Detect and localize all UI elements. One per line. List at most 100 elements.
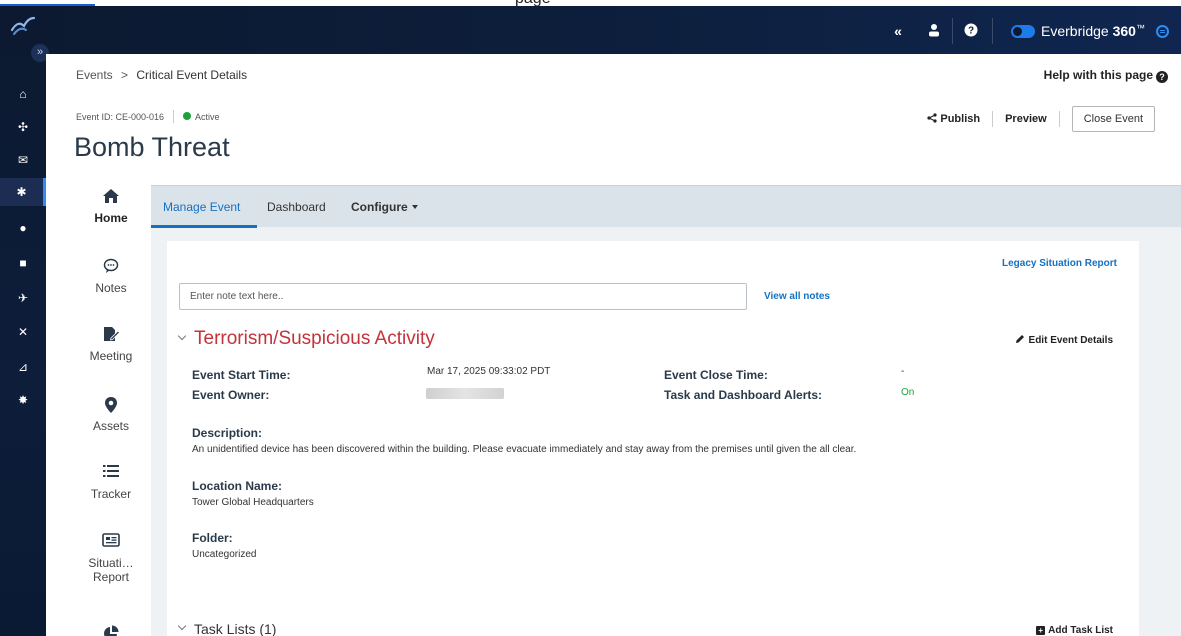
tab-bar: Manage Event Dashboard Configure: [151, 185, 1181, 228]
status-dot-icon: [183, 112, 192, 120]
help-with-page-label: Help with this page: [1043, 68, 1153, 82]
event-id: Event ID: CE-000-016: [76, 112, 165, 122]
help-icon[interactable]: ?: [963, 23, 979, 39]
event-close-time-value: -: [901, 366, 905, 377]
brand-trademark: ™: [1135, 23, 1145, 33]
breadcrumb-events-link[interactable]: Events: [76, 68, 113, 82]
pie-chart-icon: [76, 625, 146, 636]
tab-configure-label: Configure: [351, 200, 408, 214]
rail-group-icon[interactable]: ✣: [0, 113, 46, 141]
side-item-meeting[interactable]: Meeting: [76, 326, 146, 363]
location-name-label: Location Name:: [192, 479, 283, 493]
manage-event-panel: Manage Event Dashboard Configure Legacy …: [151, 185, 1181, 636]
side-item-analytics[interactable]: [76, 625, 146, 636]
rail-report-icon[interactable]: ■: [0, 249, 46, 277]
svg-text:?: ?: [968, 26, 974, 37]
view-all-notes-link[interactable]: View all notes: [764, 291, 830, 302]
event-actions: Publish Preview Close Event: [927, 106, 1155, 132]
menu-circle-icon[interactable]: [1156, 25, 1169, 38]
caret-down-icon: [411, 205, 418, 209]
rail-analytics-chart-icon[interactable]: ⊿: [0, 353, 46, 381]
action-divider: [1058, 111, 1060, 127]
edit-event-details-label: Edit Event Details: [1028, 335, 1113, 346]
event-start-time-label: Event Start Time:: [192, 368, 291, 382]
event-owner-label: Event Owner:: [192, 388, 270, 402]
side-item-label: Situati…: [88, 556, 134, 570]
side-item-situation-report[interactable]: Situati… Report: [76, 533, 146, 584]
rail-airplane-icon[interactable]: ✈: [0, 284, 46, 312]
tab-configure[interactable]: Configure: [351, 200, 418, 214]
redacted-owner-value: [426, 388, 504, 399]
event-type-title: Terrorism/Suspicious Activity: [194, 328, 435, 349]
meeting-edit-icon: [76, 326, 146, 346]
brand-name-text: Everbridge: [1041, 23, 1113, 39]
tab-dashboard[interactable]: Dashboard: [267, 200, 326, 214]
map-pin-icon: [76, 396, 146, 416]
plus-square-icon: +: [1036, 626, 1046, 635]
active-tab-indicator: [151, 225, 257, 228]
publish-label: Publish: [940, 113, 981, 125]
rail-critical-event-icon[interactable]: ✱: [0, 178, 46, 206]
description-label: Description:: [192, 426, 263, 440]
event-meta: Event ID: CE-000-016 Active: [76, 110, 220, 123]
add-task-list-button[interactable]: + Add Task List: [1036, 625, 1113, 636]
side-item-home[interactable]: Home: [76, 188, 146, 225]
help-with-page-link[interactable]: Help with this page?: [1044, 68, 1168, 83]
side-item-label: Assets: [92, 419, 129, 433]
rail-home-icon[interactable]: ⌂: [0, 80, 46, 108]
collapse-double-chevron-icon[interactable]: «: [890, 23, 906, 39]
note-input[interactable]: [179, 283, 747, 310]
task-lists-header[interactable]: Task Lists (1): [177, 621, 277, 636]
publish-button[interactable]: Publish: [927, 113, 980, 125]
left-nav-rail: » ⌂ ✣ ✉ ✱ ● ■ ✈ ✕ ⊿ ✸: [0, 6, 49, 636]
event-start-time-value: Mar 17, 2025 09:33:02 PDT: [427, 366, 551, 377]
event-close-time-label: Event Close Time:: [664, 368, 768, 382]
breadcrumb-current: Critical Event Details: [136, 68, 248, 82]
event-status: Active: [195, 112, 220, 122]
side-item-label: Tracker: [90, 487, 132, 501]
header-divider: [952, 18, 953, 44]
rail-location-pin-icon[interactable]: ●: [0, 214, 46, 242]
side-item-notes[interactable]: Notes: [76, 258, 146, 295]
description-value: An unidentified device has been discover…: [192, 444, 857, 455]
rail-flow-icon[interactable]: ✕: [0, 318, 46, 346]
toggle-switch-icon[interactable]: [1011, 25, 1035, 38]
user-icon[interactable]: [926, 23, 942, 39]
brand-name[interactable]: Everbridge 360™: [1041, 23, 1145, 39]
meta-divider: [173, 110, 175, 123]
side-item-tracker[interactable]: Tracker: [76, 464, 146, 501]
tab-manage-event[interactable]: Manage Event: [163, 200, 240, 214]
folder-label: Folder:: [192, 531, 233, 545]
location-name-value: Tower Global Headquarters: [192, 497, 314, 508]
app-root: page « ? Everbridge 360™ » ⌂ ✣ ✉ ✱ ● ■ ✈…: [0, 0, 1181, 636]
add-task-list-label: Add Task List: [1048, 625, 1113, 636]
action-divider: [992, 111, 994, 127]
chat-bubble-icon: [76, 258, 146, 278]
breadcrumb: Events > Critical Event Details: [76, 68, 247, 82]
share-icon: [927, 113, 937, 123]
rail-settings-gear-icon[interactable]: ✸: [0, 386, 46, 414]
everbridge-logo-icon[interactable]: [10, 16, 36, 36]
event-details-card: Legacy Situation Report View all notes T…: [167, 241, 1139, 636]
pencil-icon: [1015, 335, 1024, 343]
side-item-assets[interactable]: Assets: [76, 396, 146, 433]
task-lists-title: Task Lists (1): [194, 621, 277, 636]
side-item-label: Home: [94, 211, 128, 225]
side-item-label: Notes: [95, 281, 127, 295]
alerts-value: On: [901, 387, 915, 398]
rail-megaphone-icon[interactable]: ✉: [0, 146, 46, 174]
legacy-situation-report-link[interactable]: Legacy Situation Report: [1002, 258, 1117, 269]
header-divider: [992, 18, 993, 44]
event-type-header[interactable]: Terrorism/Suspicious Activity: [177, 328, 435, 350]
preview-button[interactable]: Preview: [1005, 113, 1047, 125]
newspaper-icon: [76, 533, 146, 553]
app-header: « ? Everbridge 360™: [0, 6, 1181, 54]
side-item-label: Meeting: [89, 349, 133, 363]
brand-name-bold: 360: [1112, 23, 1136, 39]
list-icon: [76, 464, 146, 484]
page-title: Bomb Threat: [74, 132, 230, 162]
close-event-button[interactable]: Close Event: [1071, 106, 1155, 132]
folder-value: Uncategorized: [192, 549, 257, 560]
edit-event-details-button[interactable]: Edit Event Details: [1015, 334, 1113, 346]
chevron-down-icon: [177, 621, 187, 631]
